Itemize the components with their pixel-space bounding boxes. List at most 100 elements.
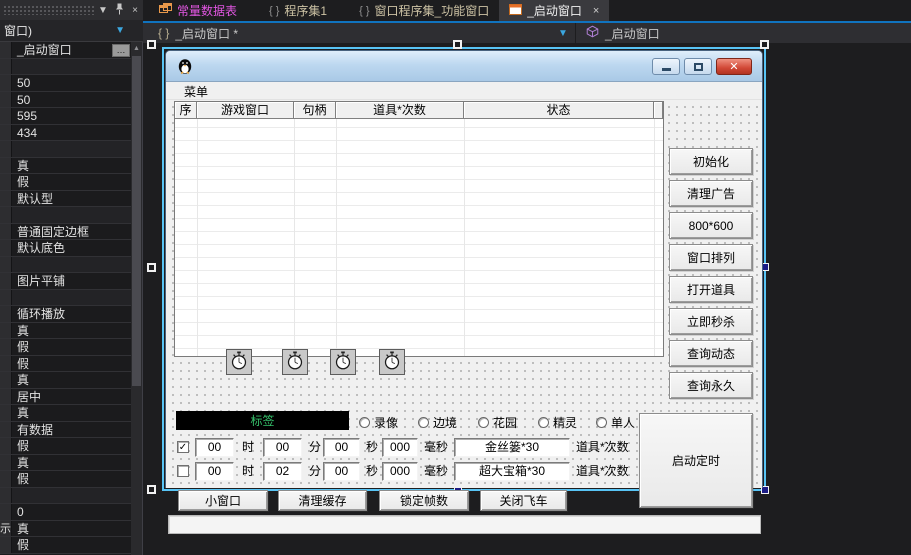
property-row[interactable]: 普通固定边框 xyxy=(0,224,132,241)
menu-item[interactable]: 菜单 xyxy=(184,83,208,100)
time-field[interactable]: 00 xyxy=(263,438,302,457)
property-row[interactable]: 假 xyxy=(0,438,132,455)
start-timer-button[interactable]: 启动定时 xyxy=(639,413,753,508)
time-field[interactable]: 00 xyxy=(323,462,360,481)
time-field[interactable]: 00 xyxy=(195,462,234,481)
radio-花园[interactable]: 花园 xyxy=(478,414,517,431)
table-col-header[interactable]: 序 xyxy=(175,102,197,119)
property-row[interactable] xyxy=(0,207,132,224)
resize-handle-top-left[interactable] xyxy=(147,40,156,49)
resize-handle-top-mid[interactable] xyxy=(453,40,462,49)
radio-circle-icon[interactable] xyxy=(478,417,489,428)
property-row[interactable]: 图片平铺 xyxy=(0,273,132,290)
property-value-cell[interactable]: _启动窗口… xyxy=(12,42,132,58)
property-row[interactable]: 真 xyxy=(0,405,132,422)
action-button-800*600[interactable]: 800*600 xyxy=(669,212,753,239)
enable-checkbox[interactable] xyxy=(177,465,189,477)
property-row[interactable]: _启动窗口… xyxy=(0,42,132,59)
scroll-up-icon[interactable]: ▲ xyxy=(131,42,142,55)
breadcrumb-right-label[interactable]: _启动窗口 xyxy=(605,25,660,42)
property-value-cell[interactable]: 595 xyxy=(12,108,132,124)
property-value-cell[interactable]: 真 xyxy=(12,521,132,537)
property-row[interactable]: 50 xyxy=(0,75,132,92)
property-value-cell[interactable] xyxy=(12,59,132,75)
property-value-cell[interactable]: 50 xyxy=(12,75,132,91)
bottom-button-关闭飞车[interactable]: 关闭飞车 xyxy=(480,490,567,511)
bottom-button-锁定帧数[interactable]: 锁定帧数 xyxy=(379,490,469,511)
action-button-窗口排列[interactable]: 窗口排列 xyxy=(669,244,753,271)
property-row[interactable] xyxy=(0,257,132,274)
timer-component[interactable] xyxy=(330,349,356,375)
panel-drag-grip[interactable] xyxy=(3,5,95,15)
breadcrumb-left-label[interactable]: _启动窗口 * xyxy=(175,25,238,42)
property-value-cell[interactable]: 假 xyxy=(12,471,132,487)
time-field[interactable]: 超大宝箱*30 xyxy=(454,462,570,481)
timer-component[interactable] xyxy=(282,349,308,375)
chevron-down-icon[interactable]: ▼ xyxy=(558,28,568,39)
property-value-cell[interactable]: 真 xyxy=(12,405,132,421)
property-value-cell[interactable]: 434 xyxy=(12,125,132,141)
scrollbar-thumb[interactable] xyxy=(132,56,141,386)
property-value-cell[interactable]: 假 xyxy=(12,438,132,454)
property-row[interactable]: 假 xyxy=(0,471,132,488)
timer-component[interactable] xyxy=(226,349,252,375)
property-value-cell[interactable] xyxy=(12,207,132,223)
radio-circle-icon[interactable] xyxy=(538,417,549,428)
property-row[interactable] xyxy=(0,59,132,76)
property-value-cell[interactable]: 居中 xyxy=(12,389,132,405)
property-row[interactable]: 真 xyxy=(0,455,132,472)
ellipsis-button[interactable]: … xyxy=(112,44,130,57)
radio-精灵[interactable]: 精灵 xyxy=(538,414,577,431)
property-row[interactable]: 默认型 xyxy=(0,191,132,208)
property-row[interactable]: 假 xyxy=(0,537,132,554)
property-row[interactable]: 假 xyxy=(0,174,132,191)
property-row[interactable]: 434 xyxy=(0,125,132,142)
property-value-cell[interactable]: 假 xyxy=(12,339,132,355)
table-col-header[interactable]: 道具*次数 xyxy=(336,102,464,119)
action-button-初始化[interactable]: 初始化 xyxy=(669,148,753,175)
property-row[interactable]: 真 xyxy=(0,158,132,175)
property-value-cell[interactable]: 真 xyxy=(12,323,132,339)
table-col-header-filler[interactable] xyxy=(654,102,663,119)
bottom-button-清理缓存[interactable]: 清理缓存 xyxy=(278,490,367,511)
property-value-cell[interactable]: 假 xyxy=(12,356,132,372)
tab-常量数据表[interactable]: 常量数据表 xyxy=(149,0,247,21)
radio-边境[interactable]: 边境 xyxy=(418,414,457,431)
resize-handle-top-right[interactable] xyxy=(760,40,769,49)
time-field[interactable]: 000 xyxy=(382,438,418,457)
property-value-cell[interactable] xyxy=(12,488,132,504)
property-value-cell[interactable]: 50 xyxy=(12,92,132,108)
radio-单人[interactable]: 单人 xyxy=(596,414,635,431)
property-row[interactable] xyxy=(0,290,132,307)
action-button-立即秒杀[interactable]: 立即秒杀 xyxy=(669,308,753,335)
property-value-cell[interactable] xyxy=(12,257,132,273)
property-row[interactable]: 假 xyxy=(0,356,132,373)
designed-form[interactable]: ✕ 菜单 序游戏窗口句柄道具*次数状态 初始化清理广告800*600窗口排列打开… xyxy=(165,50,763,488)
property-row[interactable]: 示真 xyxy=(0,521,132,538)
property-row[interactable]: 真 xyxy=(0,323,132,340)
property-value-cell[interactable]: 默认底色 xyxy=(12,240,132,256)
property-value-cell[interactable]: 假 xyxy=(12,537,132,553)
property-value-cell[interactable]: 图片平铺 xyxy=(12,273,132,289)
property-value-cell[interactable]: 假 xyxy=(12,174,132,190)
table-col-header[interactable]: 状态 xyxy=(464,102,654,119)
time-field[interactable]: 000 xyxy=(382,462,418,481)
property-value-cell[interactable]: 真 xyxy=(12,372,132,388)
object-selector-dropdown[interactable]: 窗口) ▼ xyxy=(0,20,143,42)
time-field[interactable]: 02 xyxy=(263,462,302,481)
property-value-cell[interactable] xyxy=(12,141,132,157)
action-button-查询动态[interactable]: 查询动态 xyxy=(669,340,753,367)
tab-_启动窗口[interactable]: _启动窗口× xyxy=(499,0,609,21)
chevron-down-icon[interactable]: ▼ xyxy=(95,5,111,16)
radio-circle-icon[interactable] xyxy=(359,417,370,428)
property-row[interactable]: 有数据 xyxy=(0,422,132,439)
pin-icon[interactable] xyxy=(111,3,127,18)
close-button[interactable]: ✕ xyxy=(716,58,752,75)
tab-close-icon[interactable]: × xyxy=(593,5,599,17)
resize-handle-mid-left[interactable] xyxy=(147,263,156,272)
bottom-button-小窗口[interactable]: 小窗口 xyxy=(178,490,268,511)
property-value-cell[interactable]: 循环播放 xyxy=(12,306,132,322)
action-button-清理广告[interactable]: 清理广告 xyxy=(669,180,753,207)
table-col-header[interactable]: 游戏窗口 xyxy=(197,102,294,119)
radio-circle-icon[interactable] xyxy=(418,417,429,428)
